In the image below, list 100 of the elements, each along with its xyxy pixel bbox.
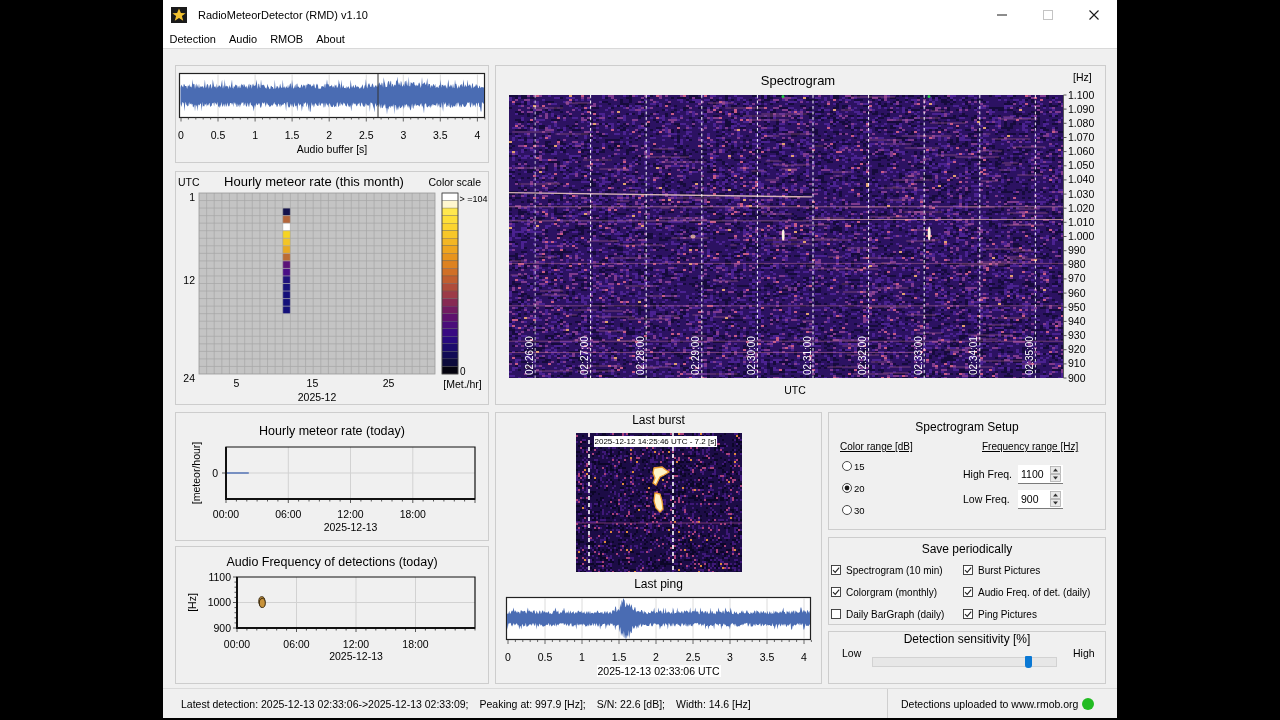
axis-tick-label: 1 (579, 650, 585, 663)
axis-tick-label: 940 (1068, 314, 1086, 327)
axis-label: 2025-12 (297, 391, 337, 403)
axis-label: Audio buffer [s] (296, 143, 368, 155)
axis-tick-label: 980 (1068, 258, 1086, 271)
axis-label: [Hz] (186, 593, 198, 612)
axis-label: [meteor/hour] (190, 441, 202, 505)
axis-tick-label: 1.100 (1068, 88, 1095, 101)
status-text: Detections uploaded to www.rmob.org (901, 697, 1079, 710)
axis-tick-label: 1.030 (1068, 187, 1095, 200)
chart-title: Audio Frequency of detections (today) (226, 555, 438, 569)
axis-tick-label: 1.010 (1068, 215, 1095, 228)
axis-tick-label: 0 (178, 129, 184, 141)
status-text: Latest detection: 2025-12-13 02:33:06->2025-12-13 02:33:09; (181, 697, 469, 710)
axis-tick-label: 2 (326, 129, 333, 141)
axis-tick-label: 1.5 (611, 650, 627, 663)
chart-title: Hourly meteor rate (this month) (224, 174, 404, 189)
axis-tick-label: 990 (1068, 244, 1086, 257)
axis-tick-label: 18:00 (402, 638, 429, 650)
axis-tick-label: 0.5 (537, 650, 553, 663)
axis-tick-label: 1.000 (1068, 230, 1095, 242)
panel-title: Save periodically (920, 541, 1014, 557)
axis-tick-label: 15 (306, 377, 319, 389)
axis-tick-label: 00:00 (212, 508, 240, 520)
panel-title: Detection sensitivity [%] (902, 632, 1032, 646)
axis-tick-label: 950 (1068, 300, 1086, 313)
radio-label: 30 (854, 504, 865, 516)
window-title: RadioMeteorDetector (RMD) v1.10 (198, 9, 368, 21)
axis-tick-label: 3.5 (759, 650, 775, 663)
axis-tick-label: 06:00 (283, 638, 310, 650)
axis-label: 2025-12-13 (329, 650, 383, 662)
checkbox-label: Burst Pictures (978, 564, 1041, 576)
axis-tick-label: 1000 (207, 596, 231, 608)
axis-tick-label: 00:00 (223, 638, 251, 650)
axis-tick-label: 24 (183, 372, 195, 384)
axis-tick-label: 1.050 (1068, 159, 1095, 172)
field-label: High Freq. (963, 468, 1014, 480)
axis-tick-label: 0.5 (210, 129, 226, 141)
axis-tick-label: 3.5 (433, 129, 448, 141)
axis-tick-label: 1.070 (1068, 131, 1095, 143)
axis-tick-label: 1.040 (1068, 173, 1095, 186)
axis-tick-label: 1.060 (1068, 145, 1095, 158)
status-text: Peaking at: 997.9 [Hz]; (479, 697, 586, 710)
checkbox-label: Ping Pictures (978, 608, 1037, 620)
scale-title: Color scale (428, 176, 481, 188)
axis-tick-label: 25 (382, 377, 395, 389)
axis-tick-label: 1100 (208, 570, 231, 583)
axis-label: 2025-12-13 (323, 521, 378, 533)
panel-title: Last burst (632, 413, 685, 427)
checkbox-label: Audio Freq. of det. (daily) (978, 586, 1091, 598)
axis-tick-label: 1.080 (1068, 116, 1095, 129)
axis-tick-label: 4 (801, 650, 807, 663)
axis-tick-label: 3 (400, 129, 407, 141)
radio-label: 20 (854, 482, 865, 494)
status-text: Width: 14.6 [Hz] (676, 697, 751, 710)
axis-tick-label: 1 (252, 129, 258, 141)
burst-caption: 2025-12-12 14:25:46 UTC - 7.2 [s] (593, 436, 718, 447)
axis-tick-label: 920 (1068, 343, 1086, 356)
chart-title: Spectrogram (760, 73, 836, 88)
status-text: S/N: 22.6 [dB]; (596, 697, 666, 710)
chart-title: Hourly meteor rate (today) (259, 424, 405, 438)
axis-tick-label: 12:00 (337, 508, 364, 520)
axis-tick-label: 12 (183, 273, 195, 286)
scale-label: > =104 (459, 193, 488, 204)
axis-label: [Hz] (1073, 71, 1092, 83)
checkbox-label: Spectrogram (10 min) (846, 564, 943, 576)
axis-label: UTC (784, 384, 806, 396)
axis-tick-label: 06:00 (275, 508, 302, 520)
axis-tick-label: 1.020 (1068, 201, 1095, 214)
axis-tick-label: 4 (474, 129, 481, 141)
axis-tick-label: 910 (1068, 357, 1086, 370)
axis-tick-label: 5 (233, 377, 240, 389)
axis-tick-label: 1 (189, 190, 195, 203)
group-label: Frequency range [Hz] (982, 440, 1080, 454)
axis-tick-label: 2.5 (359, 129, 374, 141)
axis-tick-label: 0 (212, 466, 218, 479)
axis-tick-label: 970 (1068, 272, 1086, 285)
axis-tick-label: 1.5 (284, 129, 300, 141)
checkbox-label: Daily BarGraph (daily) (846, 608, 945, 620)
scale-label: 0 (460, 366, 466, 377)
panel-title: Last ping (634, 577, 683, 591)
axis-tick-label: 900 (1068, 371, 1086, 384)
axis-tick-label: 960 (1068, 286, 1086, 299)
axis-tick-label: 12:00 (342, 638, 370, 650)
axis-tick-label: 930 (1068, 329, 1086, 342)
checkbox-label: Colorgram (monthly) (846, 586, 938, 598)
group-label: Color range [dB] (840, 440, 914, 454)
panel-title: Spectrogram Setup (914, 419, 1020, 435)
slider-label: Low (841, 646, 863, 661)
waveform-caption: 2025-12-13 02:33:06 UTC (596, 665, 721, 677)
axis-tick-label: 1.090 (1068, 102, 1095, 115)
axis-tick-label: 900 (213, 621, 231, 634)
axis-tick-label: 3 (727, 650, 733, 663)
field-label: Low Freq. (963, 493, 1011, 505)
axis-tick-label: 2 (653, 650, 659, 663)
slider-label: High (1073, 646, 1096, 661)
axis-tick-label: 2.5 (685, 650, 701, 663)
axis-tick-label: 18:00 (399, 508, 426, 520)
axis-label: UTC (178, 176, 200, 188)
axis-tick-label: 0 (505, 650, 511, 663)
